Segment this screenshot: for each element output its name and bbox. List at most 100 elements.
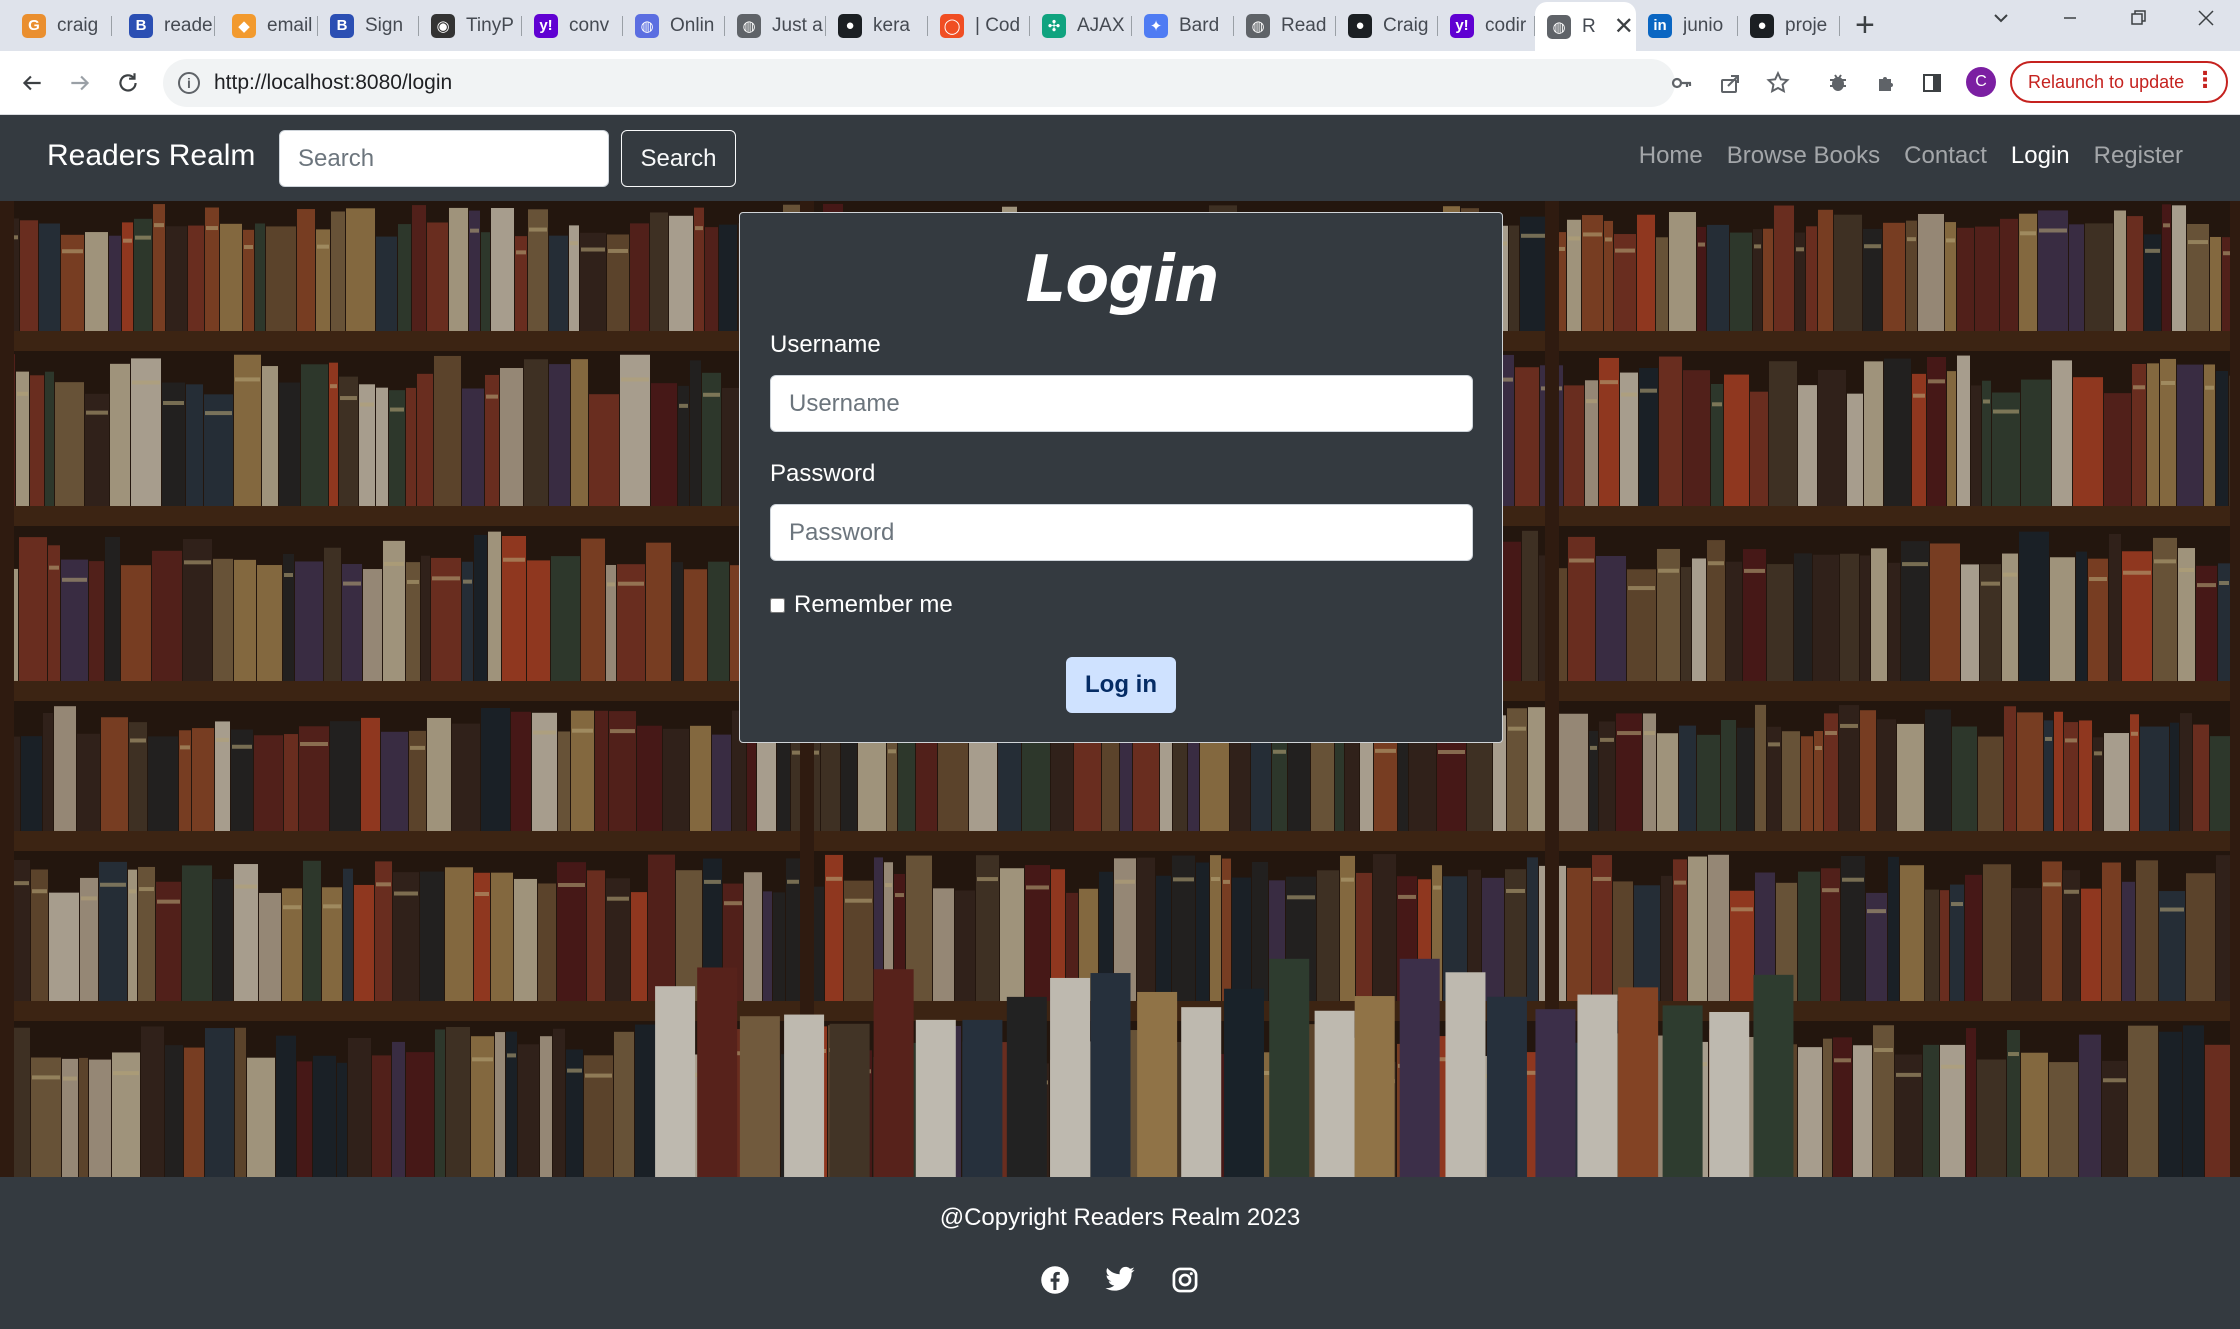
login-button[interactable]: Log in <box>1066 657 1176 713</box>
copyright-text: @Copyright Readers Realm 2023 <box>939 1204 1301 1231</box>
minimize-window-icon[interactable] <box>2058 6 2082 37</box>
bookmark-star-icon[interactable] <box>1760 65 1796 101</box>
browser-tab[interactable]: ◍ R ✕ <box>1535 2 1636 51</box>
login-form-card: Login Username Password Remember me Log … <box>739 212 1503 743</box>
globe-icon: ◍ <box>635 13 659 38</box>
nav-link-home[interactable]: Home <box>1639 142 1703 170</box>
social-links <box>1039 1264 1234 1296</box>
browser-tab-label: codir <box>1485 14 1527 36</box>
browser-tab[interactable]: ◆ email <box>220 7 318 44</box>
profile-initial: C <box>1975 73 1987 90</box>
browser-tab[interactable]: y! codir <box>1438 7 1535 44</box>
close-tab-icon[interactable]: ✕ <box>1614 12 1634 41</box>
bug-extension-icon[interactable] <box>1820 65 1856 101</box>
browser-tab-label: Sign <box>365 14 404 36</box>
back-arrow-icon[interactable] <box>14 65 50 101</box>
profile-avatar[interactable]: C <box>1966 67 1996 97</box>
circle-icon: ◯ <box>940 13 964 38</box>
more-menu-icon[interactable]: ⋮ <box>2194 67 2216 93</box>
browser-tab[interactable]: Gcraig <box>10 7 112 44</box>
browser-tab[interactable]: y! conv <box>522 7 623 44</box>
username-input[interactable] <box>770 375 1473 432</box>
browser-tab[interactable]: B Sign <box>318 7 419 44</box>
nav-link-browse-books[interactable]: Browse Books <box>1727 142 1880 170</box>
password-label: Password <box>770 460 876 487</box>
share-icon[interactable] <box>1712 65 1748 101</box>
brand-logo[interactable]: Readers Realm <box>47 139 255 173</box>
browser-tab[interactable]: ◉ TinyP <box>419 7 522 44</box>
browser-tab[interactable]: ✣ AJAX <box>1030 7 1132 44</box>
openai-icon: ✣ <box>1042 13 1066 38</box>
github-icon: ● <box>1348 13 1372 38</box>
nav-link-login[interactable]: Login <box>2011 142 2070 170</box>
twitter-icon[interactable] <box>1104 1264 1136 1296</box>
browser-tab[interactable]: ✦ Bard <box>1132 7 1234 44</box>
bootstrap-shield-icon: B <box>129 13 153 38</box>
relaunch-button[interactable]: Relaunch to update ⋮ <box>2010 61 2228 103</box>
browser-tab-label: craig <box>57 14 99 36</box>
browser-tab[interactable]: ● proje <box>1738 7 1840 44</box>
browser-tab-label: R <box>1582 15 1596 37</box>
tab-search-icon[interactable] <box>1989 6 2013 37</box>
site-footer: @Copyright Readers Realm 2023 <box>0 1177 2240 1329</box>
browser-tab-strip: Gcraig Breade ◆ email B Sign ◉ TinyP y! conv ◍ Onli… <box>0 0 2240 51</box>
browser-tab-label: Read <box>1281 14 1327 36</box>
bootstrap-shield-icon: B <box>330 13 354 38</box>
extensions-puzzle-icon[interactable] <box>1868 65 1904 101</box>
browser-tab[interactable]: in junio <box>1636 7 1738 44</box>
tab-separator <box>111 16 112 36</box>
browser-tab[interactable]: ◍ Just a <box>725 7 826 44</box>
reload-icon[interactable] <box>110 65 146 101</box>
remember-me-row: Remember me <box>770 591 953 619</box>
site-navbar: Readers Realm Search Home Browse Books C… <box>0 116 2240 201</box>
browser-tab-label: conv <box>569 14 610 36</box>
facebook-icon[interactable] <box>1039 1264 1071 1296</box>
browser-tab[interactable]: ◯ | Cod <box>928 7 1030 44</box>
restore-window-icon[interactable] <box>2126 6 2150 37</box>
browser-tab[interactable]: ◍ Onlin <box>623 7 725 44</box>
url-text: http://localhost:8080/login <box>214 71 453 94</box>
browser-tab-label: proje <box>1785 14 1828 36</box>
browser-tab-label: TinyP <box>466 14 514 36</box>
github-icon: ● <box>838 13 862 38</box>
browser-tab-label: reade <box>164 14 213 36</box>
tab-separator <box>1839 16 1840 36</box>
forward-arrow-icon[interactable] <box>62 65 98 101</box>
browser-tab-label: | Cod <box>975 14 1021 36</box>
browser-tab-label: Just a <box>772 14 823 36</box>
close-window-icon[interactable] <box>2194 6 2218 37</box>
yahoo-icon: y! <box>534 13 558 38</box>
browser-tab[interactable]: ◍ Read <box>1234 7 1336 44</box>
globe-icon: ◍ <box>1246 13 1270 38</box>
instagram-icon[interactable] <box>1169 1264 1201 1296</box>
bard-icon: ✦ <box>1144 13 1168 38</box>
browser-toolbar: i http://localhost:8080/login C Relaunch… <box>0 51 2240 115</box>
linkedin-icon: in <box>1648 13 1672 38</box>
browser-tab[interactable]: ● kera <box>826 7 928 44</box>
browser-tab-label: Craig <box>1383 14 1429 36</box>
app-icon: ◆ <box>232 13 256 38</box>
google-icon: G <box>22 13 46 38</box>
remember-me-label[interactable]: Remember me <box>794 591 953 619</box>
search-input[interactable] <box>279 130 609 187</box>
browser-tab[interactable]: ● Craig <box>1336 7 1438 44</box>
password-input[interactable] <box>770 504 1473 561</box>
browser-tab[interactable]: Breade <box>117 7 215 44</box>
search-button[interactable]: Search <box>621 130 736 187</box>
nav-links: Home Browse Books Contact Login Register <box>1615 142 2183 170</box>
nav-link-contact[interactable]: Contact <box>1904 142 1987 170</box>
browser-tab-label: kera <box>873 14 910 36</box>
new-tab-button[interactable]: + <box>1855 8 1875 42</box>
yahoo-icon: y! <box>1450 13 1474 38</box>
side-panel-icon[interactable] <box>1914 65 1950 101</box>
password-key-icon[interactable] <box>1664 65 1700 101</box>
username-label: Username <box>770 331 881 358</box>
site-info-icon[interactable]: i <box>178 72 200 94</box>
tab-separator <box>214 16 215 36</box>
address-bar[interactable]: i http://localhost:8080/login <box>163 59 1675 107</box>
nav-link-register[interactable]: Register <box>2094 142 2183 170</box>
browser-tab-label: Bard <box>1179 14 1220 36</box>
relaunch-label: Relaunch to update <box>2028 71 2185 92</box>
remember-me-checkbox[interactable] <box>770 597 785 613</box>
browser-tab-label: junio <box>1683 14 1724 36</box>
